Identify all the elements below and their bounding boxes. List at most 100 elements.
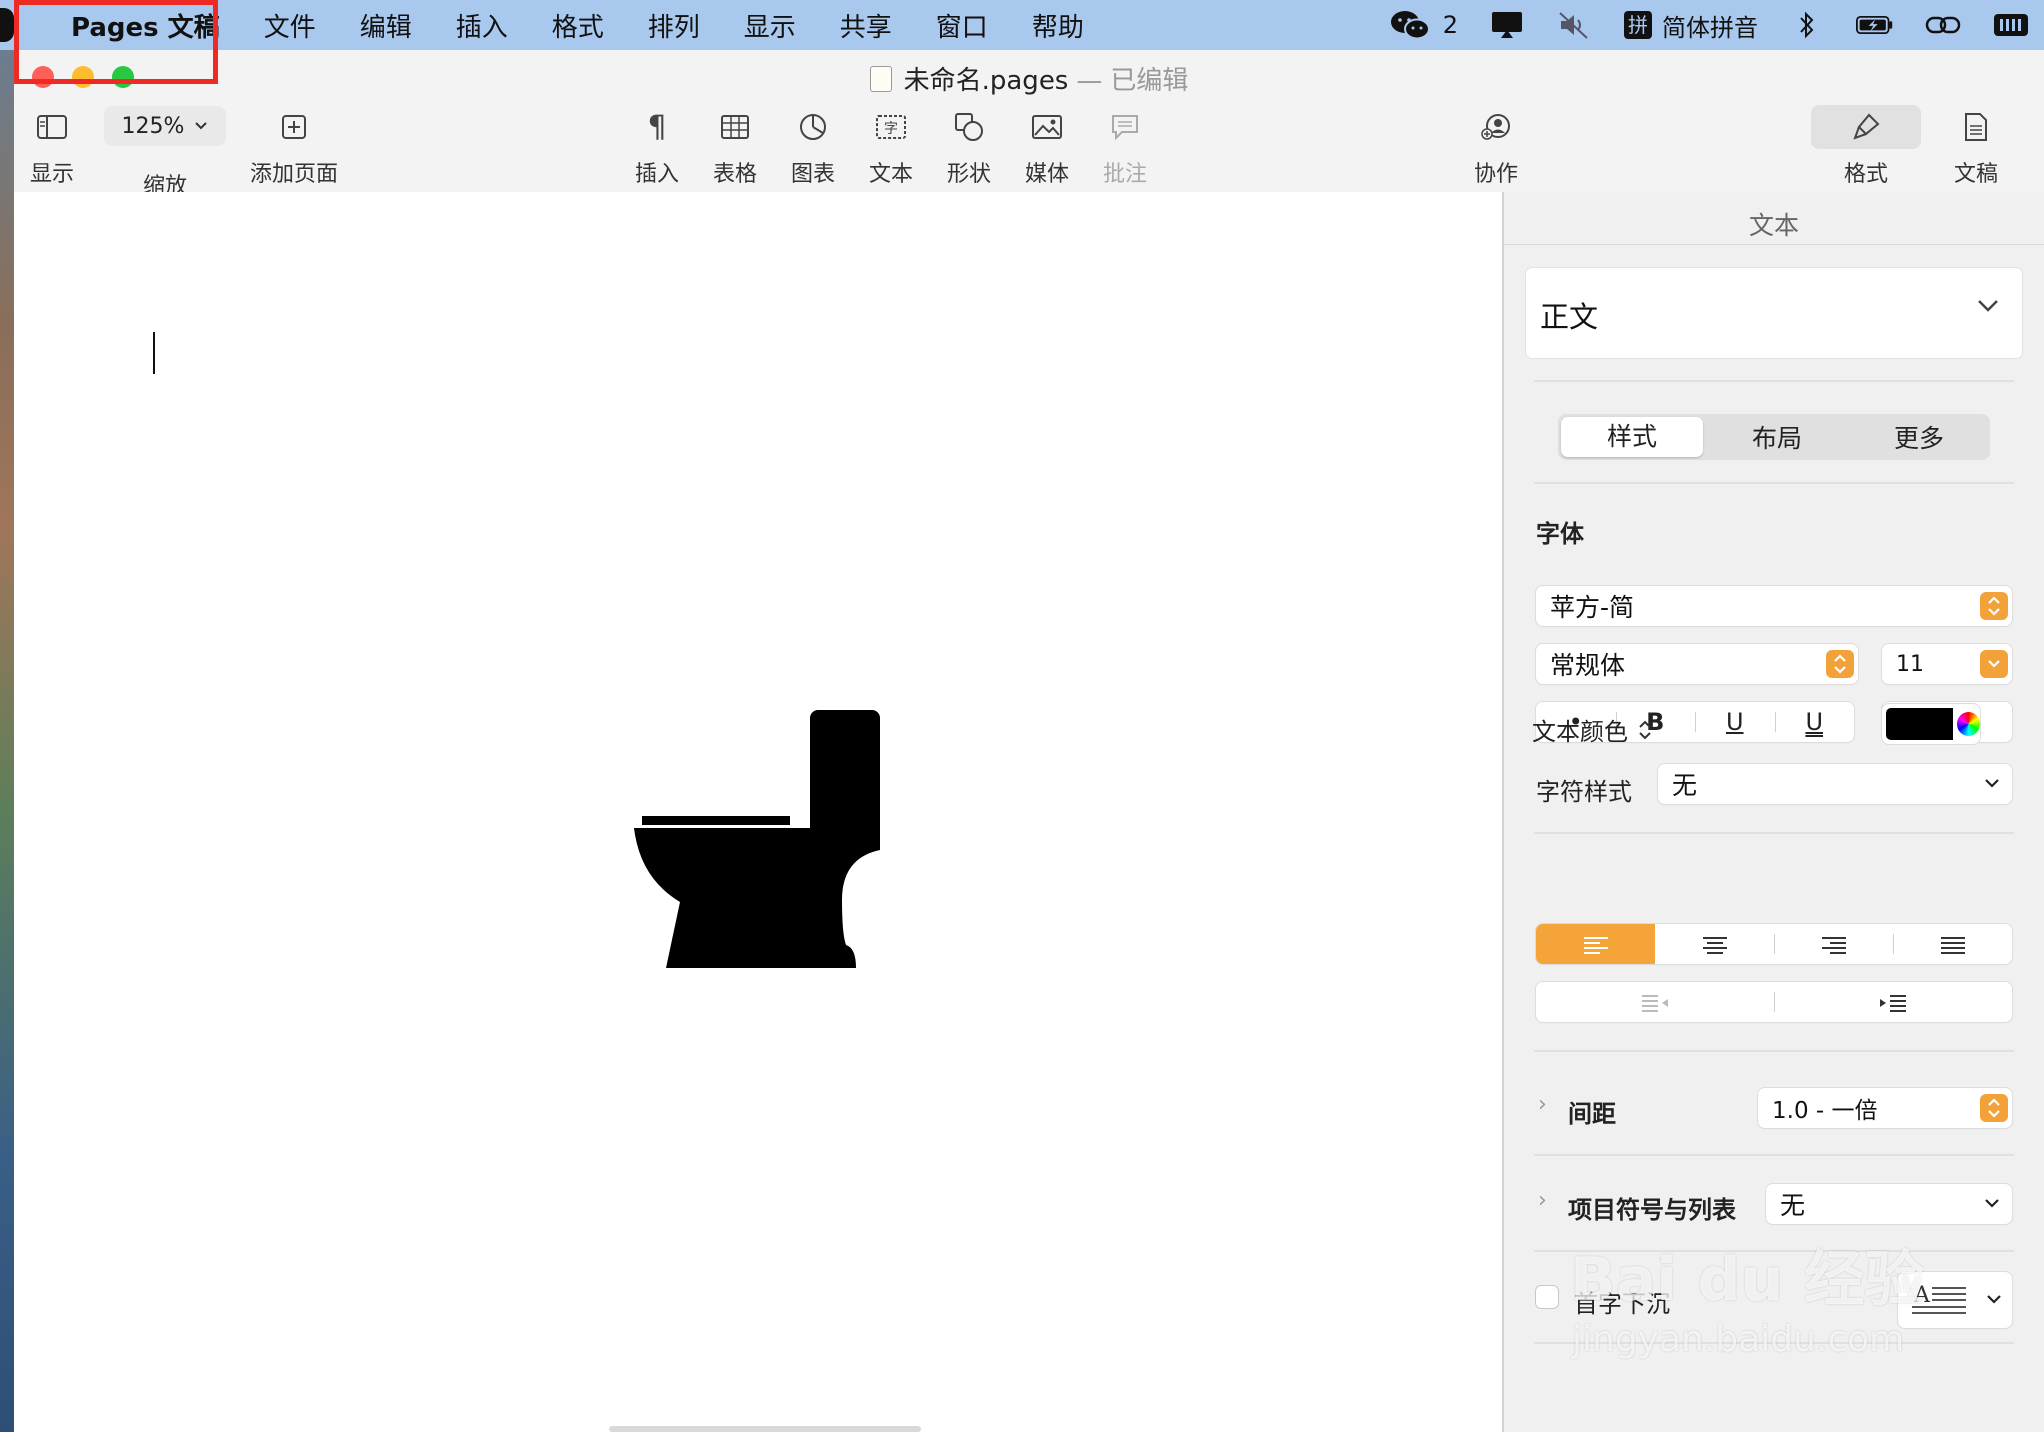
media-button[interactable]: 媒体 bbox=[1025, 110, 1069, 188]
svg-text:A: A bbox=[1913, 1283, 1931, 1308]
text-box-icon: 字 bbox=[874, 110, 908, 144]
bullets-value: 无 bbox=[1780, 1191, 1806, 1220]
chevron-down-icon bbox=[1985, 1199, 1999, 1208]
drop-cap-preview-icon: A bbox=[1912, 1283, 1966, 1314]
font-section-label: 字体 bbox=[1536, 520, 1584, 548]
color-wheel-icon[interactable] bbox=[1956, 712, 1980, 736]
tab-more[interactable]: 更多 bbox=[1848, 419, 1990, 455]
text-color-well[interactable] bbox=[1882, 704, 1980, 744]
bullets-popup[interactable]: 无 bbox=[1766, 1184, 2012, 1224]
align-left-button[interactable] bbox=[1536, 924, 1655, 964]
decrease-indent-button[interactable] bbox=[1536, 982, 1774, 1022]
wechat-status-item[interactable]: 2 bbox=[1389, 9, 1458, 41]
font-style-popup[interactable]: 常规体 bbox=[1536, 644, 1858, 684]
strikethrough-underline-button[interactable]: U bbox=[1774, 702, 1855, 742]
justify-icon bbox=[1940, 937, 1965, 954]
paragraph-style-picker[interactable]: 正文 bbox=[1526, 268, 2022, 358]
tab-style[interactable]: 样式 bbox=[1561, 417, 1703, 457]
pages-window: 未命名.pages — 已编辑 显示 125% 缩放 添加页面 ¶ 插入 表格 … bbox=[14, 50, 2044, 1432]
drop-cap-style-popup[interactable]: A bbox=[1898, 1272, 2012, 1328]
menu-help[interactable]: 帮助 bbox=[1032, 7, 1084, 44]
insert-button[interactable]: ¶ 插入 bbox=[635, 110, 679, 188]
shape-button[interactable]: 形状 bbox=[947, 110, 991, 188]
decrease-indent-icon bbox=[1642, 995, 1668, 1012]
view-button[interactable]: 显示 bbox=[30, 110, 74, 188]
shape-label: 形状 bbox=[947, 162, 992, 187]
spacing-value: 1.0 - 一倍 bbox=[1772, 1098, 1878, 1124]
document-title[interactable]: 未命名.pages bbox=[904, 66, 1069, 96]
menu-app-name[interactable]: Pages 文稿 bbox=[71, 7, 220, 44]
increase-indent-button[interactable] bbox=[1774, 982, 2012, 1022]
comment-label: 批注 bbox=[1103, 162, 1148, 187]
disclosure-arrow-icon[interactable]: › bbox=[1538, 1188, 1547, 1213]
align-right-button[interactable] bbox=[1774, 924, 1893, 964]
zoom-popup[interactable]: 125% bbox=[104, 106, 226, 146]
pages-document-icon bbox=[869, 66, 892, 92]
menu-window[interactable]: 窗口 bbox=[936, 7, 988, 44]
chart-button[interactable]: 图表 bbox=[791, 110, 835, 188]
volume-muted-icon[interactable] bbox=[1556, 11, 1594, 39]
menu-view[interactable]: 显示 bbox=[744, 7, 796, 44]
underline-button[interactable]: U bbox=[1695, 702, 1775, 742]
link-icon[interactable] bbox=[1924, 11, 1962, 39]
text-color-label-group[interactable]: 文本颜色 bbox=[1532, 712, 1652, 747]
sidebar-icon bbox=[35, 110, 69, 144]
text-box-button[interactable]: 字 文本 bbox=[869, 110, 913, 188]
menu-arrange[interactable]: 排列 bbox=[648, 7, 700, 44]
keyboard-icon[interactable] bbox=[1992, 11, 2030, 39]
format-button[interactable]: 格式 bbox=[1844, 110, 1888, 188]
add-page-icon bbox=[277, 110, 311, 144]
font-family-value: 苹方-简 bbox=[1550, 593, 1635, 622]
toilet-icon[interactable] bbox=[634, 710, 894, 970]
comment-button[interactable]: 批注 bbox=[1103, 110, 1147, 188]
comment-icon bbox=[1108, 110, 1142, 144]
align-center-icon bbox=[1702, 937, 1727, 954]
drop-cap-checkbox[interactable] bbox=[1536, 1286, 1558, 1308]
font-family-popup[interactable]: 苹方-简 bbox=[1536, 586, 2012, 626]
disclosure-arrow-icon[interactable]: › bbox=[1538, 1092, 1547, 1117]
menu-bar: Pages 文稿 文件 编辑 插入 格式 排列 显示 共享 窗口 帮助 2 拼 … bbox=[0, 0, 2044, 50]
divider bbox=[1534, 1154, 2014, 1156]
font-size-field[interactable]: 11 bbox=[1882, 644, 2012, 684]
add-page-button[interactable]: 添加页面 bbox=[250, 110, 338, 188]
wechat-badge-count: 2 bbox=[1442, 11, 1458, 39]
up-down-chevron-icon bbox=[1980, 592, 2008, 620]
document-canvas[interactable] bbox=[14, 192, 1502, 1432]
menu-edit[interactable]: 编辑 bbox=[360, 7, 412, 44]
tab-layout[interactable]: 布局 bbox=[1706, 419, 1848, 455]
spacing-label[interactable]: 间距 bbox=[1568, 1094, 1616, 1129]
char-style-popup[interactable]: 无 bbox=[1658, 764, 2012, 804]
menu-format[interactable]: 格式 bbox=[552, 7, 604, 44]
input-method-label: 简体拼音 bbox=[1662, 13, 1758, 42]
airplay-icon[interactable] bbox=[1488, 11, 1526, 39]
title-separator: — bbox=[1076, 66, 1103, 96]
paintbrush-icon bbox=[1849, 110, 1883, 144]
chart-label: 图表 bbox=[791, 162, 836, 187]
chevron-down-icon bbox=[195, 122, 208, 130]
desktop-wallpaper bbox=[0, 50, 14, 1432]
divider bbox=[1534, 482, 2014, 484]
svg-text:字: 字 bbox=[884, 121, 898, 137]
collaborate-button[interactable]: 协作 bbox=[1474, 110, 1518, 188]
text-box-label: 文本 bbox=[869, 162, 914, 187]
align-center-button[interactable] bbox=[1655, 924, 1774, 964]
document-button[interactable]: 文稿 bbox=[1954, 110, 1998, 188]
horizontal-scrollbar[interactable] bbox=[609, 1426, 921, 1432]
justify-button[interactable] bbox=[1893, 924, 2012, 964]
inspector-title: 文本 bbox=[1748, 211, 1799, 240]
bullets-label[interactable]: 项目符号与列表 bbox=[1568, 1190, 1736, 1225]
table-button[interactable]: 表格 bbox=[713, 110, 757, 188]
pinyin-icon: 拼 bbox=[1624, 11, 1652, 39]
apple-menu-icon[interactable] bbox=[0, 8, 14, 42]
menu-insert[interactable]: 插入 bbox=[456, 7, 508, 44]
chevron-down-icon bbox=[1985, 779, 1999, 788]
bluetooth-icon[interactable] bbox=[1788, 11, 1826, 39]
menu-file[interactable]: 文件 bbox=[264, 7, 316, 44]
divider bbox=[1534, 380, 2014, 382]
spacing-popup[interactable]: 1.0 - 一倍 bbox=[1758, 1088, 2012, 1128]
inspector-title-divider bbox=[1504, 244, 2044, 245]
menu-share[interactable]: 共享 bbox=[840, 7, 892, 44]
battery-icon[interactable] bbox=[1856, 11, 1894, 39]
format-inspector: 文本 正文 样式 布局 更多 字体 苹方-简 常规体 11 • B U U 字符… bbox=[1502, 192, 2044, 1432]
input-method-item[interactable]: 拼 简体拼音 bbox=[1624, 8, 1758, 43]
